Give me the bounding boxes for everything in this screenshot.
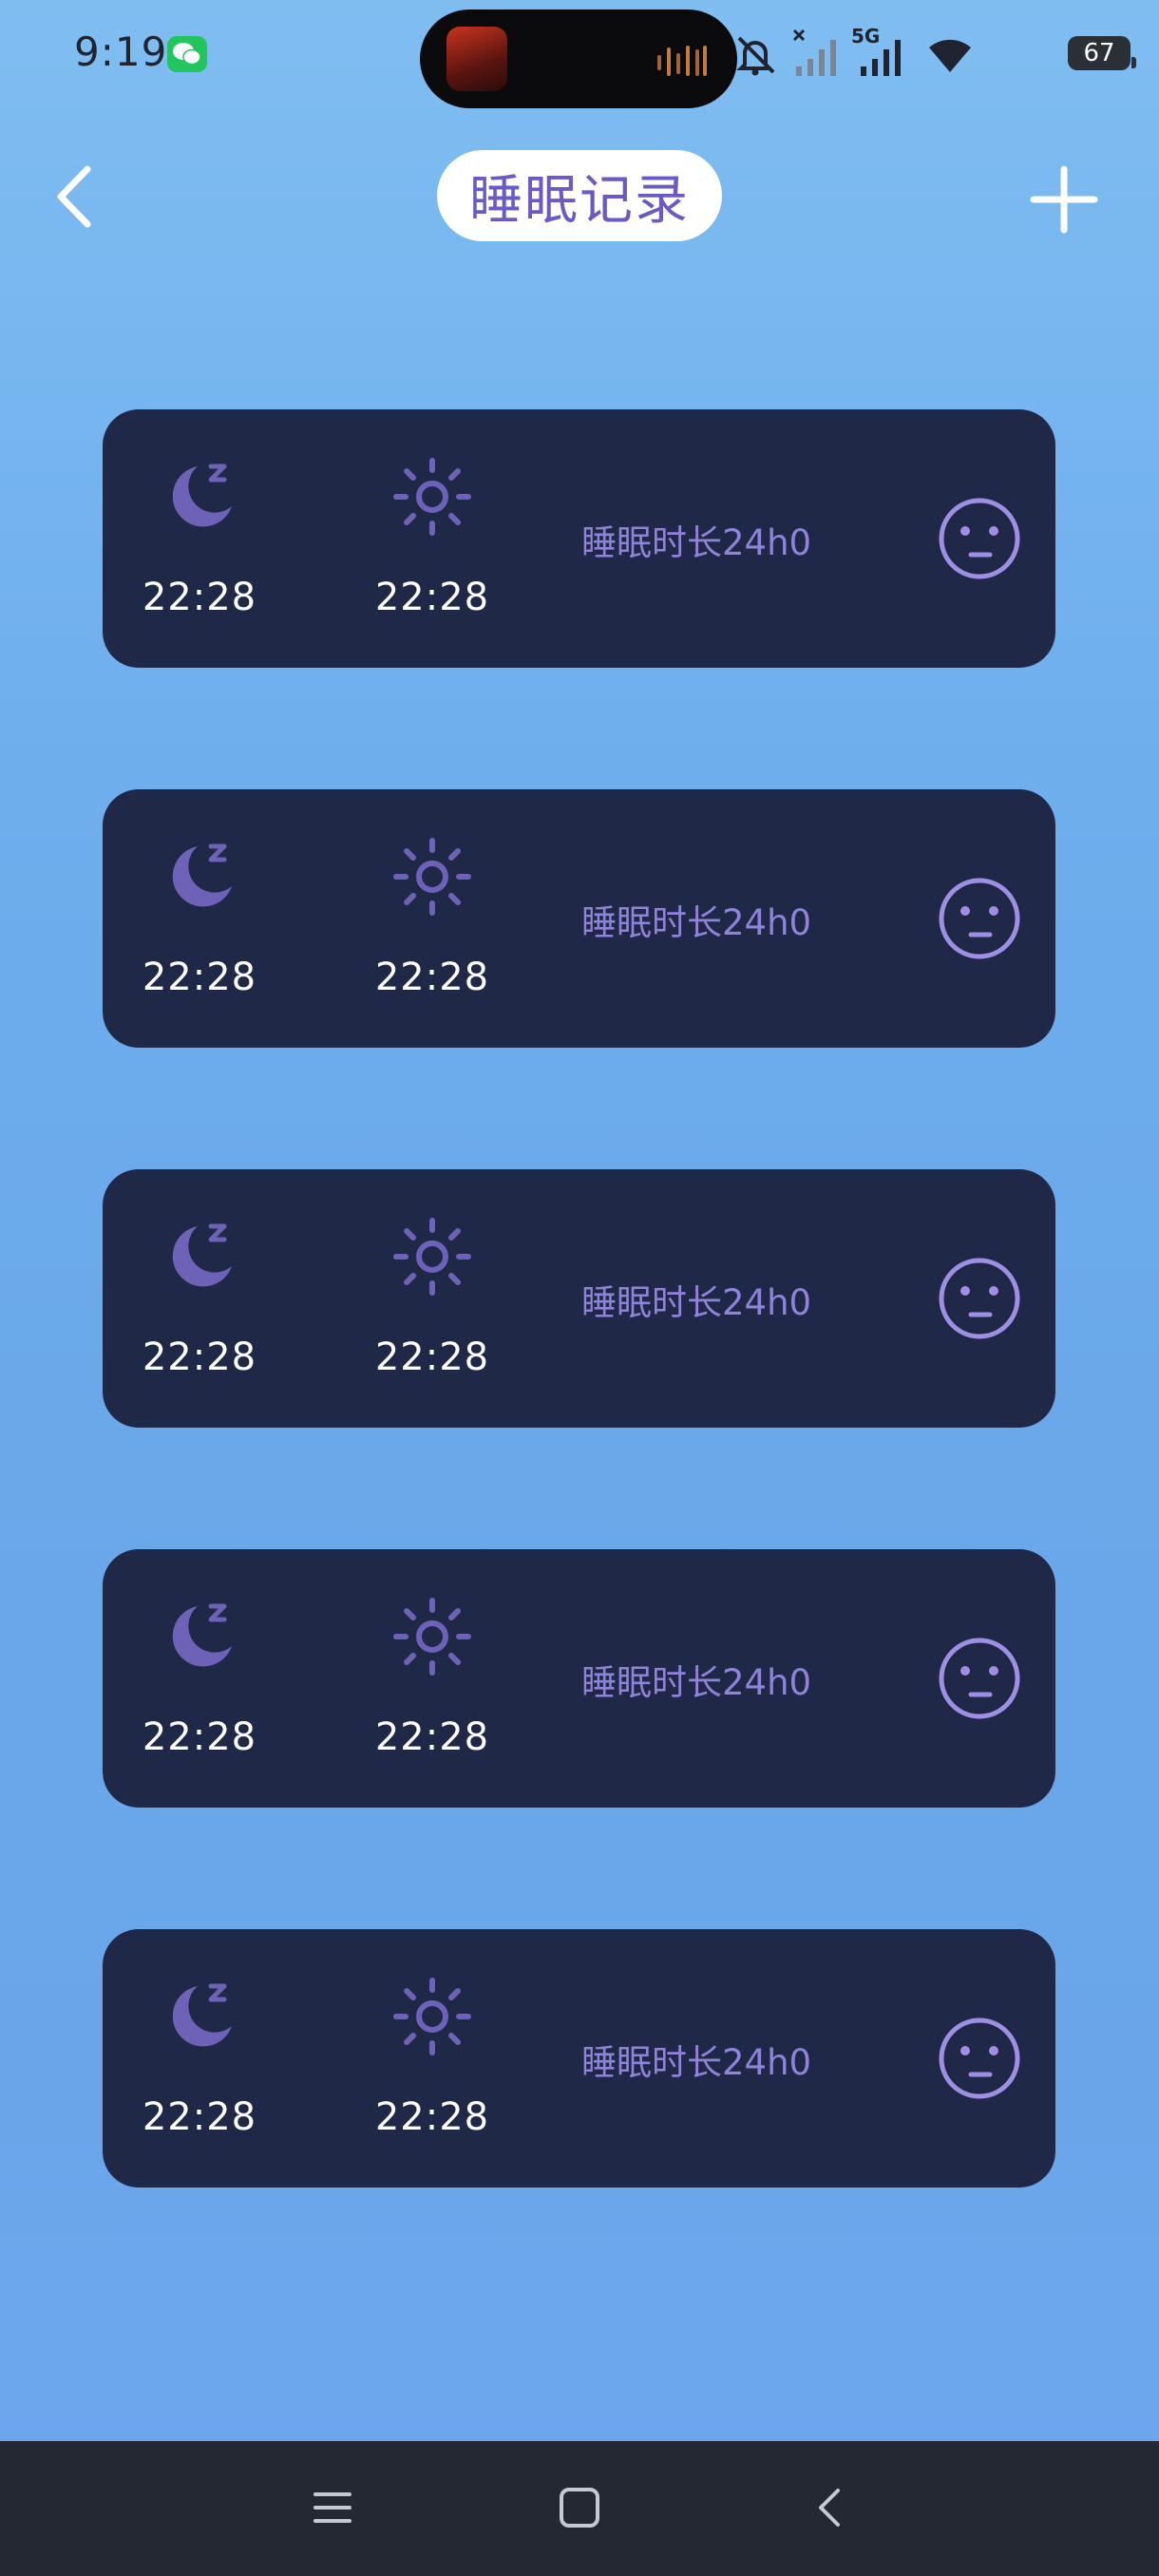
chevron-left-icon [57, 165, 91, 228]
sleep-record-card[interactable]: 22:28 22:28 睡眠时长24h0 [103, 789, 1055, 1048]
system-nav-bar [0, 2441, 1159, 2576]
sun-wake-icon [393, 458, 471, 536]
signal-icon [861, 40, 901, 76]
sleep-duration: 睡眠时长24h0 [581, 522, 812, 563]
sleep-time: 22:28 [142, 956, 257, 999]
wechat-icon [167, 36, 207, 72]
sleep-time: 22:28 [142, 2095, 257, 2139]
dynamic-island[interactable] [420, 9, 737, 108]
mute-icon [736, 36, 775, 76]
neutral-face-icon[interactable] [937, 1256, 1022, 1341]
audio-wave-icon [657, 46, 707, 76]
status-bar: 9:19 5G 67 [0, 0, 1159, 109]
sun-wake-icon [393, 1978, 471, 2055]
back-button[interactable] [49, 160, 99, 234]
sun-wake-icon [393, 1598, 471, 1676]
sleep-record-card[interactable]: 22:28 22:28 睡眠时长24h0 [103, 1549, 1055, 1808]
neutral-face-icon[interactable] [937, 2016, 1022, 2101]
sleep-record-card[interactable]: 22:28 22:28 睡眠时长24h0 [103, 409, 1055, 668]
plus-icon [1030, 165, 1098, 234]
moon-sleep-icon [172, 464, 232, 527]
add-record-button[interactable] [1030, 165, 1098, 234]
moon-sleep-icon [172, 1983, 232, 2047]
neutral-face-icon[interactable] [937, 876, 1022, 961]
wake-time: 22:28 [374, 1715, 490, 1759]
wake-time: 22:28 [374, 2095, 490, 2139]
moon-sleep-icon [172, 1223, 232, 1287]
neutral-face-icon[interactable] [937, 1636, 1022, 1721]
sleep-duration: 睡眠时长24h0 [581, 902, 812, 943]
wifi-icon [929, 39, 971, 72]
sleep-record-card[interactable]: 22:28 22:28 睡眠时长24h0 [103, 1169, 1055, 1428]
home-icon[interactable] [559, 2487, 600, 2529]
sleep-record-list: 22:28 22:28 睡眠时长24h0 22:28 22:28 睡眠时长24h… [103, 409, 1055, 2309]
battery-level: 67 [1083, 39, 1115, 67]
page-title: 睡眠记录 [469, 169, 690, 232]
sleep-time: 22:28 [142, 576, 257, 619]
status-time: 9:19 [74, 28, 168, 75]
wake-time: 22:28 [374, 956, 490, 999]
wake-time: 22:28 [374, 1335, 490, 1379]
sleep-duration: 睡眠时长24h0 [581, 1282, 812, 1323]
moon-sleep-icon [172, 1603, 232, 1667]
sleep-duration: 睡眠时长24h0 [581, 2042, 812, 2083]
sleep-time: 22:28 [142, 1715, 257, 1759]
signal-off-icon [792, 28, 836, 76]
neutral-face-icon[interactable] [937, 496, 1022, 581]
back-icon[interactable] [809, 2487, 851, 2529]
sleep-record-card[interactable]: 22:28 22:28 睡眠时长24h0 [103, 1929, 1055, 2188]
sleep-time: 22:28 [142, 1335, 257, 1379]
moon-sleep-icon [172, 843, 232, 907]
wake-time: 22:28 [374, 576, 490, 619]
menu-icon[interactable] [312, 2487, 353, 2529]
page-title-pill: 睡眠记录 [437, 150, 722, 241]
sun-wake-icon [393, 1218, 471, 1296]
sun-wake-icon [393, 838, 471, 916]
battery-icon: 67 [1068, 36, 1136, 70]
status-icons: 5G 67 [732, 25, 1136, 82]
media-thumbnail[interactable] [446, 27, 507, 91]
sleep-duration: 睡眠时长24h0 [581, 1662, 812, 1703]
